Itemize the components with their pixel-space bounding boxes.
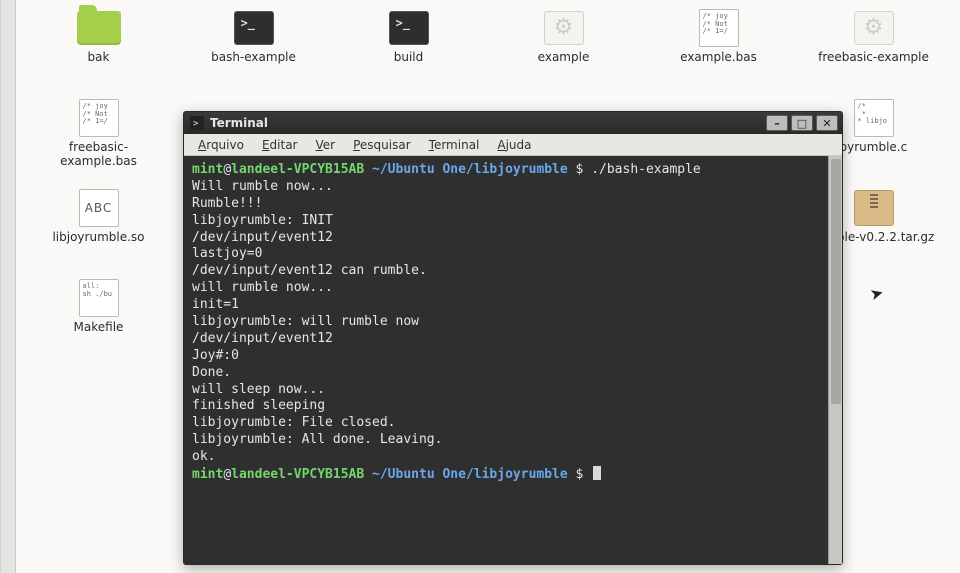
- terminal-line: lastjoy=0: [192, 246, 834, 263]
- archive-icon: [850, 188, 898, 228]
- desktop-icon-Makefile[interactable]: all: sh ./bu Makefile: [21, 278, 176, 350]
- terminal-line: libjoyrumble: File closed.: [192, 415, 834, 432]
- terminal-line: libjoyrumble: All done. Leaving.: [192, 432, 834, 449]
- minimize-button[interactable]: –: [766, 115, 788, 131]
- desktop-icon-bash-example[interactable]: bash-example: [176, 8, 331, 80]
- menu-editar[interactable]: Editar: [254, 136, 306, 154]
- text-file-icon: /* joy /* Not /* 1=/: [75, 98, 123, 138]
- terminal-line: libjoyrumble: INIT: [192, 213, 834, 230]
- svg-text:>: >: [193, 119, 199, 129]
- desktop-icon-bak[interactable]: bak: [21, 8, 176, 80]
- icon-label: freebasic-example: [818, 51, 929, 65]
- shared-lib-icon: ABC: [75, 188, 123, 228]
- scrollbar-thumb[interactable]: [831, 159, 841, 404]
- close-button[interactable]: ✕: [816, 115, 838, 131]
- terminal-line: will sleep now...: [192, 382, 834, 399]
- terminal-line: init=1: [192, 297, 834, 314]
- menu-pesquisar[interactable]: Pesquisar: [345, 136, 419, 154]
- executable-icon: [540, 8, 588, 48]
- icon-label: build: [394, 51, 424, 65]
- terminal-line: finished sleeping: [192, 398, 834, 415]
- terminal-window[interactable]: > Terminal – □ ✕ ArquivoEditarVerPesquis…: [183, 111, 843, 565]
- menu-ver[interactable]: Ver: [308, 136, 344, 154]
- menu-arquivo[interactable]: Arquivo: [190, 136, 252, 154]
- icon-label: bash-example: [211, 51, 296, 65]
- desktop-icon-example.bas[interactable]: /* joy /* Not /* 1=/ example.bas: [641, 8, 796, 80]
- icon-label: freebasic-example.bas: [34, 141, 164, 169]
- text-file-icon: /* joy /* Not /* 1=/: [695, 8, 743, 48]
- terminal-line: /dev/input/event12 can rumble.: [192, 263, 834, 280]
- terminal-line: /dev/input/event12: [192, 331, 834, 348]
- terminal-line: libjoyrumble: will rumble now: [192, 314, 834, 331]
- terminal-app-icon: >: [190, 116, 204, 130]
- terminal-line: will rumble now...: [192, 280, 834, 297]
- text-file-icon: /* * * libjo: [850, 98, 898, 138]
- desktop-icon-libjoyrumble.so[interactable]: ABC libjoyrumble.so: [21, 188, 176, 260]
- icon-label: bak: [88, 51, 110, 65]
- menu-terminal[interactable]: Terminal: [421, 136, 488, 154]
- terminal-line: Done.: [192, 365, 834, 382]
- terminal-line: ok.: [192, 449, 834, 466]
- titlebar[interactable]: > Terminal – □ ✕: [184, 112, 842, 134]
- desktop-icon-freebasic-example.bas[interactable]: /* joy /* Not /* 1=/ freebasic-example.ba…: [21, 98, 176, 170]
- desktop-icon-build[interactable]: build: [331, 8, 486, 80]
- text-file-icon: all: sh ./bu: [75, 278, 123, 318]
- terminal-line: Will rumble now...: [192, 179, 834, 196]
- icon-label: example.bas: [680, 51, 757, 65]
- icon-label: example: [538, 51, 590, 65]
- folder-icon: [75, 8, 123, 48]
- window-buttons: – □ ✕: [766, 115, 838, 131]
- maximize-button[interactable]: □: [791, 115, 813, 131]
- menubar: ArquivoEditarVerPesquisarTerminalAjuda: [184, 134, 842, 156]
- terminal-line: mint@landeel-VPCYB15AB ~/Ubuntu One/libj…: [192, 162, 834, 179]
- shell-script-icon: [230, 8, 278, 48]
- window-title: Terminal: [210, 116, 766, 130]
- terminal-body[interactable]: mint@landeel-VPCYB15AB ~/Ubuntu One/libj…: [184, 156, 842, 564]
- terminal-line: Rumble!!!: [192, 196, 834, 213]
- left-panel: [1, 0, 16, 573]
- icon-label: Makefile: [74, 321, 124, 335]
- executable-icon: [850, 8, 898, 48]
- desktop-icon-freebasic-example[interactable]: freebasic-example: [796, 8, 951, 80]
- shell-script-icon: [385, 8, 433, 48]
- icon-label: libjoyrumble.so: [52, 231, 144, 245]
- terminal-line: /dev/input/event12: [192, 230, 834, 247]
- desktop-icon-example[interactable]: example: [486, 8, 641, 80]
- scrollbar[interactable]: [828, 156, 842, 564]
- icon-label: oyrumble.c: [840, 141, 907, 155]
- terminal-line: mint@landeel-VPCYB15AB ~/Ubuntu One/libj…: [192, 466, 834, 484]
- desktop: bak bash-example build example /* joy /* Not…: [0, 0, 960, 573]
- menu-ajuda[interactable]: Ajuda: [489, 136, 539, 154]
- terminal-line: Joy#:0: [192, 348, 834, 365]
